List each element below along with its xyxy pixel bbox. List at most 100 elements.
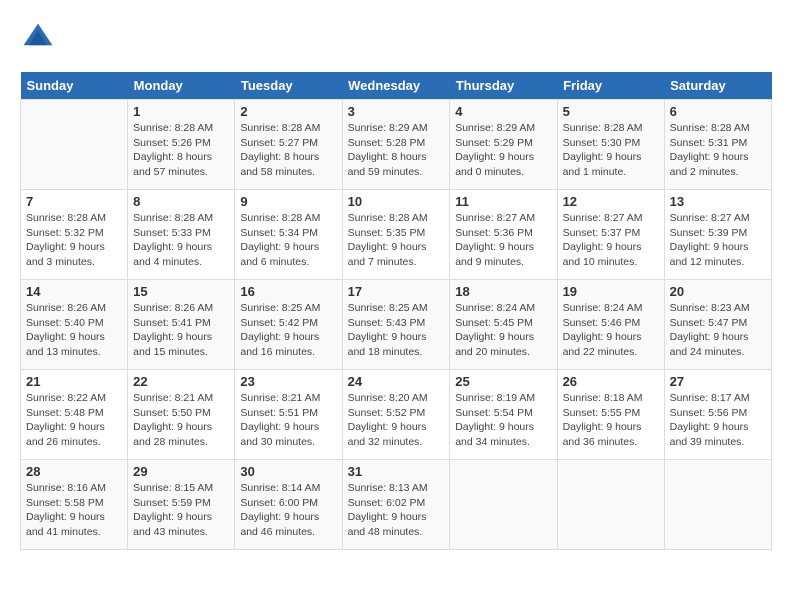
day-info: Sunrise: 8:26 AM Sunset: 5:40 PM Dayligh… <box>26 301 122 360</box>
day-number: 25 <box>455 374 551 389</box>
calendar-cell: 17 Sunrise: 8:25 AM Sunset: 5:43 PM Dayli… <box>342 280 450 370</box>
day-info: Sunrise: 8:19 AM Sunset: 5:54 PM Dayligh… <box>455 391 551 450</box>
day-info: Sunrise: 8:27 AM Sunset: 5:36 PM Dayligh… <box>455 211 551 270</box>
day-number: 30 <box>240 464 336 479</box>
day-number: 20 <box>670 284 766 299</box>
calendar-cell: 15 Sunrise: 8:26 AM Sunset: 5:41 PM Dayli… <box>128 280 235 370</box>
day-info: Sunrise: 8:28 AM Sunset: 5:34 PM Dayligh… <box>240 211 336 270</box>
day-number: 21 <box>26 374 122 389</box>
logo-icon <box>20 20 56 56</box>
calendar-cell: 28 Sunrise: 8:16 AM Sunset: 5:58 PM Dayli… <box>21 460 128 550</box>
day-info: Sunrise: 8:17 AM Sunset: 5:56 PM Dayligh… <box>670 391 766 450</box>
day-number: 14 <box>26 284 122 299</box>
calendar-cell: 23 Sunrise: 8:21 AM Sunset: 5:51 PM Dayli… <box>235 370 342 460</box>
day-info: Sunrise: 8:28 AM Sunset: 5:32 PM Dayligh… <box>26 211 122 270</box>
day-number: 17 <box>348 284 445 299</box>
day-info: Sunrise: 8:25 AM Sunset: 5:42 PM Dayligh… <box>240 301 336 360</box>
day-number: 13 <box>670 194 766 209</box>
day-number: 15 <box>133 284 229 299</box>
calendar-cell: 14 Sunrise: 8:26 AM Sunset: 5:40 PM Dayli… <box>21 280 128 370</box>
calendar-week-2: 7 Sunrise: 8:28 AM Sunset: 5:32 PM Daylig… <box>21 190 772 280</box>
calendar-cell: 3 Sunrise: 8:29 AM Sunset: 5:28 PM Daylig… <box>342 100 450 190</box>
calendar-week-3: 14 Sunrise: 8:26 AM Sunset: 5:40 PM Dayli… <box>21 280 772 370</box>
day-info: Sunrise: 8:21 AM Sunset: 5:50 PM Dayligh… <box>133 391 229 450</box>
calendar-cell: 2 Sunrise: 8:28 AM Sunset: 5:27 PM Daylig… <box>235 100 342 190</box>
day-number: 4 <box>455 104 551 119</box>
day-info: Sunrise: 8:22 AM Sunset: 5:48 PM Dayligh… <box>26 391 122 450</box>
calendar-cell: 21 Sunrise: 8:22 AM Sunset: 5:48 PM Dayli… <box>21 370 128 460</box>
day-number: 11 <box>455 194 551 209</box>
weekday-header-thursday: Thursday <box>450 72 557 100</box>
day-number: 22 <box>133 374 229 389</box>
calendar-cell: 13 Sunrise: 8:27 AM Sunset: 5:39 PM Dayli… <box>664 190 771 280</box>
day-info: Sunrise: 8:24 AM Sunset: 5:45 PM Dayligh… <box>455 301 551 360</box>
day-number: 6 <box>670 104 766 119</box>
day-info: Sunrise: 8:23 AM Sunset: 5:47 PM Dayligh… <box>670 301 766 360</box>
day-info: Sunrise: 8:15 AM Sunset: 5:59 PM Dayligh… <box>133 481 229 540</box>
calendar-cell: 25 Sunrise: 8:19 AM Sunset: 5:54 PM Dayli… <box>450 370 557 460</box>
day-number: 27 <box>670 374 766 389</box>
day-number: 29 <box>133 464 229 479</box>
calendar-cell: 26Sunrise: 8:18 AM Sunset: 5:55 PM Dayli… <box>557 370 664 460</box>
day-number: 28 <box>26 464 122 479</box>
day-info: Sunrise: 8:27 AM Sunset: 5:39 PM Dayligh… <box>670 211 766 270</box>
weekday-header-saturday: Saturday <box>664 72 771 100</box>
day-number: 2 <box>240 104 336 119</box>
day-number: 23 <box>240 374 336 389</box>
weekday-header-friday: Friday <box>557 72 664 100</box>
day-number: 16 <box>240 284 336 299</box>
day-info: Sunrise: 8:26 AM Sunset: 5:41 PM Dayligh… <box>133 301 229 360</box>
calendar-cell <box>664 460 771 550</box>
calendar-cell: 16 Sunrise: 8:25 AM Sunset: 5:42 PM Dayli… <box>235 280 342 370</box>
day-number: 9 <box>240 194 336 209</box>
day-info: Sunrise: 8:25 AM Sunset: 5:43 PM Dayligh… <box>348 301 445 360</box>
weekday-header-row: SundayMondayTuesdayWednesdayThursdayFrid… <box>21 72 772 100</box>
calendar-cell: 27 Sunrise: 8:17 AM Sunset: 5:56 PM Dayli… <box>664 370 771 460</box>
day-number: 7 <box>26 194 122 209</box>
day-number: 26 <box>563 374 659 389</box>
calendar-cell <box>21 100 128 190</box>
day-number: 18 <box>455 284 551 299</box>
calendar-cell: 11 Sunrise: 8:27 AM Sunset: 5:36 PM Dayli… <box>450 190 557 280</box>
calendar-cell: 24 Sunrise: 8:20 AM Sunset: 5:52 PM Dayli… <box>342 370 450 460</box>
day-info: Sunrise: 8:21 AM Sunset: 5:51 PM Dayligh… <box>240 391 336 450</box>
day-number: 31 <box>348 464 445 479</box>
calendar-cell <box>450 460 557 550</box>
calendar-cell: 5Sunrise: 8:28 AM Sunset: 5:30 PM Daylig… <box>557 100 664 190</box>
day-info: Sunrise: 8:16 AM Sunset: 5:58 PM Dayligh… <box>26 481 122 540</box>
calendar-cell: 9 Sunrise: 8:28 AM Sunset: 5:34 PM Daylig… <box>235 190 342 280</box>
day-number: 1 <box>133 104 229 119</box>
day-number: 19 <box>563 284 659 299</box>
day-info: Sunrise: 8:28 AM Sunset: 5:27 PM Dayligh… <box>240 121 336 180</box>
calendar-cell <box>557 460 664 550</box>
calendar-week-5: 28 Sunrise: 8:16 AM Sunset: 5:58 PM Dayli… <box>21 460 772 550</box>
calendar-week-4: 21 Sunrise: 8:22 AM Sunset: 5:48 PM Dayli… <box>21 370 772 460</box>
calendar-cell: 19 Sunrise: 8:24 AM Sunset: 5:46 PM Dayli… <box>557 280 664 370</box>
calendar-cell: 29 Sunrise: 8:15 AM Sunset: 5:59 PM Dayli… <box>128 460 235 550</box>
day-info: Sunrise: 8:24 AM Sunset: 5:46 PM Dayligh… <box>563 301 659 360</box>
weekday-header-tuesday: Tuesday <box>235 72 342 100</box>
calendar-cell: 31Sunrise: 8:13 AM Sunset: 6:02 PM Dayli… <box>342 460 450 550</box>
logo <box>20 20 60 56</box>
calendar-cell: 20 Sunrise: 8:23 AM Sunset: 5:47 PM Dayli… <box>664 280 771 370</box>
day-number: 8 <box>133 194 229 209</box>
page-header <box>20 20 772 56</box>
day-number: 10 <box>348 194 445 209</box>
weekday-header-wednesday: Wednesday <box>342 72 450 100</box>
calendar-cell: 4 Sunrise: 8:29 AM Sunset: 5:29 PM Daylig… <box>450 100 557 190</box>
calendar-cell: 1 Sunrise: 8:28 AM Sunset: 5:26 PM Daylig… <box>128 100 235 190</box>
calendar-cell: 8 Sunrise: 8:28 AM Sunset: 5:33 PM Daylig… <box>128 190 235 280</box>
day-info: Sunrise: 8:14 AM Sunset: 6:00 PM Dayligh… <box>240 481 336 540</box>
calendar-cell: 12 Sunrise: 8:27 AM Sunset: 5:37 PM Dayli… <box>557 190 664 280</box>
day-number: 3 <box>348 104 445 119</box>
day-info: Sunrise: 8:20 AM Sunset: 5:52 PM Dayligh… <box>348 391 445 450</box>
day-info: Sunrise: 8:27 AM Sunset: 5:37 PM Dayligh… <box>563 211 659 270</box>
day-info: Sunrise: 8:29 AM Sunset: 5:28 PM Dayligh… <box>348 121 445 180</box>
calendar-table: SundayMondayTuesdayWednesdayThursdayFrid… <box>20 72 772 550</box>
calendar-cell: 6Sunrise: 8:28 AM Sunset: 5:31 PM Daylig… <box>664 100 771 190</box>
day-info: Sunrise: 8:28 AM Sunset: 5:33 PM Dayligh… <box>133 211 229 270</box>
day-info: Sunrise: 8:29 AM Sunset: 5:29 PM Dayligh… <box>455 121 551 180</box>
day-info: Sunrise: 8:28 AM Sunset: 5:26 PM Dayligh… <box>133 121 229 180</box>
day-number: 12 <box>563 194 659 209</box>
day-number: 24 <box>348 374 445 389</box>
